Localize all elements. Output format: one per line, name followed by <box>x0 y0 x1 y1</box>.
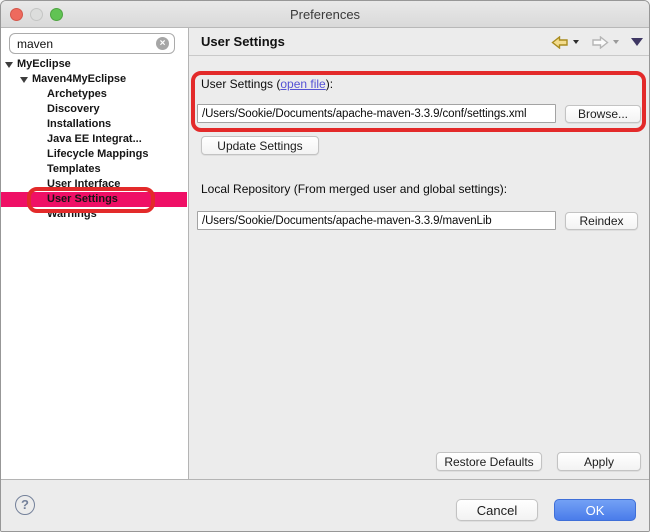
label-prefix: User Settings ( <box>201 77 280 91</box>
tree-item-label: Lifecycle Mappings <box>47 147 148 162</box>
tree-item-installations[interactable]: Installations <box>1 117 187 132</box>
tree-item-label: Archetypes <box>47 87 107 102</box>
tree-item-label: User Settings <box>47 192 118 207</box>
tree-item-java-ee-integration[interactable]: Java EE Integrat... <box>1 132 187 147</box>
back-dropdown-icon[interactable] <box>573 40 579 44</box>
forward-arrow-icon[interactable] <box>591 36 609 49</box>
back-arrow-icon[interactable] <box>551 36 569 49</box>
tree-item-label: Installations <box>47 117 111 132</box>
preferences-window: Preferences × MyEclipse Maven4MyEclipse … <box>0 0 650 532</box>
user-settings-panel: User Settings User Settings (open file):… <box>189 28 650 479</box>
title-bar: Preferences <box>1 1 649 28</box>
expanded-triangle-icon[interactable] <box>5 62 13 68</box>
history-navigation <box>551 35 643 49</box>
tree-item-label: User Interface <box>47 177 120 192</box>
tree-item-label: MyEclipse <box>17 57 71 72</box>
expanded-triangle-icon[interactable] <box>20 77 28 83</box>
tree-item-user-settings[interactable]: User Settings <box>1 192 187 207</box>
open-file-link[interactable]: open file <box>280 77 325 91</box>
tree-item-maven4myeclipse[interactable]: Maven4MyEclipse <box>1 72 187 87</box>
cancel-button[interactable]: Cancel <box>456 499 538 521</box>
search-input[interactable] <box>17 35 152 52</box>
update-settings-button[interactable]: Update Settings <box>201 136 319 155</box>
forward-dropdown-icon[interactable] <box>613 40 619 44</box>
tree-item-label: Warnings <box>47 207 97 222</box>
clear-search-icon[interactable]: × <box>156 37 169 50</box>
panel-title: User Settings <box>201 28 285 56</box>
window-title: Preferences <box>1 1 649 28</box>
local-repository-path-input[interactable] <box>197 211 556 230</box>
preferences-sidebar: × MyEclipse Maven4MyEclipse Archetypes D… <box>1 28 189 479</box>
user-settings-path-input[interactable] <box>197 104 556 123</box>
panel-header: User Settings <box>189 28 650 56</box>
user-settings-file-label: User Settings (open file): <box>201 76 333 92</box>
preferences-tree: MyEclipse Maven4MyEclipse Archetypes Dis… <box>1 57 187 222</box>
tree-item-label: Java EE Integrat... <box>47 132 142 147</box>
apply-button[interactable]: Apply <box>557 452 641 471</box>
tree-item-lifecycle-mappings[interactable]: Lifecycle Mappings <box>1 147 187 162</box>
help-icon[interactable]: ? <box>15 495 35 515</box>
ok-button[interactable]: OK <box>554 499 636 521</box>
tree-item-user-interface[interactable]: User Interface <box>1 177 187 192</box>
view-menu-icon[interactable] <box>631 38 643 46</box>
tree-item-discovery[interactable]: Discovery <box>1 102 187 117</box>
tree-item-label: Discovery <box>47 102 100 117</box>
filter-search-box[interactable]: × <box>9 33 175 54</box>
tree-item-myeclipse[interactable]: MyEclipse <box>1 57 187 72</box>
dialog-footer: ? Cancel OK <box>1 479 649 532</box>
label-suffix: ): <box>326 77 333 91</box>
tree-item-label: Maven4MyEclipse <box>32 72 126 87</box>
tree-item-warnings[interactable]: Warnings <box>1 207 187 222</box>
restore-defaults-button[interactable]: Restore Defaults <box>436 452 542 471</box>
tree-item-label: Templates <box>47 162 101 177</box>
tree-item-templates[interactable]: Templates <box>1 162 187 177</box>
tree-item-archetypes[interactable]: Archetypes <box>1 87 187 102</box>
reindex-button[interactable]: Reindex <box>565 212 638 230</box>
browse-button[interactable]: Browse... <box>565 105 641 123</box>
local-repository-label: Local Repository (From merged user and g… <box>201 181 507 197</box>
